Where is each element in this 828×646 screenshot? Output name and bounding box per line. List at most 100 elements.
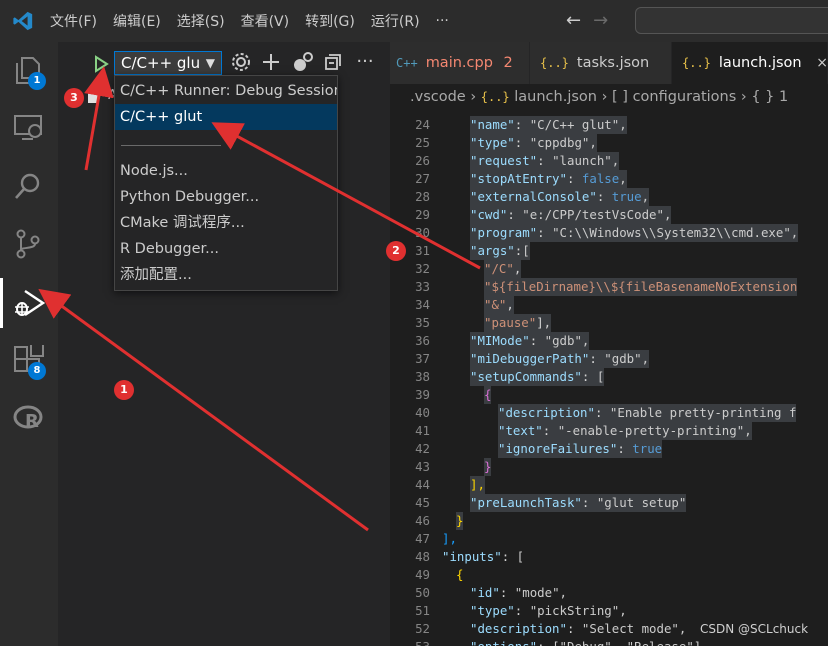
code-line: 29 "cwd": "e:/CPP/testVsCode", bbox=[390, 206, 828, 224]
code-text: ], bbox=[442, 531, 457, 546]
activity-explorer[interactable]: 1 bbox=[0, 42, 58, 100]
line-number: 30 bbox=[415, 225, 430, 240]
code-line: 40 "description": "Enable pretty-printing… bbox=[390, 404, 828, 422]
close-icon[interactable]: × bbox=[816, 55, 828, 71]
tab-label: launch.json bbox=[718, 55, 802, 71]
code-text: "description": "Enable pretty-printing f bbox=[498, 404, 797, 422]
menu-edit[interactable]: 编辑(E) bbox=[113, 11, 161, 31]
tab-launch-json[interactable]: {..} launch.json × bbox=[672, 42, 828, 84]
dropdown-separator bbox=[121, 145, 221, 146]
activity-r-extension[interactable]: R bbox=[0, 390, 58, 448]
line-number: 47 bbox=[415, 531, 430, 546]
line-number: 28 bbox=[415, 189, 430, 204]
code-text: "type": "cppdbg", bbox=[470, 134, 597, 152]
dropdown-item-cpp-glut[interactable]: C/C++ glut bbox=[115, 104, 337, 130]
annotation-number-3: 3 bbox=[64, 88, 84, 108]
run-debug-icon bbox=[15, 290, 45, 316]
section-checkbox[interactable] bbox=[88, 88, 98, 103]
code-editor[interactable]: 24 "name": "C/C++ glut", 25 "type": "cppdbg… bbox=[390, 116, 828, 646]
line-number: 26 bbox=[415, 153, 430, 168]
tab-label: tasks.json bbox=[576, 55, 650, 71]
breadcrumb-folder[interactable]: .vscode bbox=[410, 89, 466, 105]
extensions-badge: 8 bbox=[28, 362, 46, 380]
code-text: { bbox=[484, 386, 492, 404]
menu-selection[interactable]: 选择(S) bbox=[177, 11, 225, 31]
activity-run-debug[interactable] bbox=[0, 274, 58, 332]
activity-search[interactable] bbox=[0, 158, 58, 216]
line-number: 45 bbox=[415, 495, 430, 510]
r-language-icon: R bbox=[13, 405, 43, 432]
dropdown-item-cmake-debugger[interactable]: CMake 调试程序... bbox=[115, 210, 337, 236]
breadcrumb-item[interactable]: 1 bbox=[779, 89, 788, 105]
debug-console-icon[interactable] bbox=[292, 51, 314, 73]
debug-config-dropdown: C/C++ Runner: Debug Session C/C++ glut N… bbox=[114, 75, 338, 291]
breadcrumb-file[interactable]: launch.json bbox=[514, 89, 597, 105]
code-line: 44], bbox=[390, 476, 828, 494]
activity-extensions[interactable]: 8 bbox=[0, 332, 58, 390]
code-line: 51 "type": "pickString", bbox=[390, 602, 828, 620]
chevron-right-icon: › bbox=[601, 89, 613, 105]
more-actions-icon[interactable]: ··· bbox=[354, 51, 376, 73]
line-number: 44 bbox=[415, 477, 430, 492]
source-control-icon bbox=[16, 229, 40, 259]
menu-run[interactable]: 运行(R) bbox=[371, 11, 420, 31]
tab-tasks-json[interactable]: {..} tasks.json bbox=[530, 42, 672, 84]
start-debugging-icon[interactable] bbox=[90, 53, 112, 75]
line-number: 37 bbox=[415, 351, 430, 366]
tab-label: main.cpp bbox=[425, 55, 493, 71]
menu-go[interactable]: 转到(G) bbox=[305, 11, 355, 31]
line-number: 32 bbox=[415, 261, 430, 276]
line-number: 36 bbox=[415, 333, 430, 348]
debug-config-select[interactable]: C/C++ glu ▼ bbox=[114, 51, 222, 75]
menu-view[interactable]: 查看(V) bbox=[241, 11, 290, 31]
code-line: 48 "inputs": [ bbox=[390, 548, 828, 566]
watermark: CSDN @SCLchuck bbox=[700, 622, 809, 636]
line-number: 39 bbox=[415, 387, 430, 402]
line-number: 46 bbox=[415, 513, 430, 528]
code-text: "description": "Select mode", bbox=[470, 621, 687, 636]
svg-text:R: R bbox=[25, 411, 39, 432]
json-file-icon: {..} bbox=[540, 56, 569, 70]
code-text: "/C", bbox=[484, 260, 522, 278]
code-text: "pause"], bbox=[484, 314, 552, 332]
code-line: 27 "stopAtEntry": false, bbox=[390, 170, 828, 188]
line-number: 35 bbox=[415, 315, 430, 330]
dropdown-item-python-debugger[interactable]: Python Debugger... bbox=[115, 184, 337, 210]
code-line: 45 "preLaunchTask": "glut setup" bbox=[390, 494, 828, 512]
line-number: 24 bbox=[415, 117, 430, 132]
code-text: ], bbox=[470, 476, 485, 494]
menu-more[interactable]: ··· bbox=[436, 13, 449, 29]
code-line: 50 "id": "mode", bbox=[390, 584, 828, 602]
line-number: 52 bbox=[415, 621, 430, 636]
chevron-right-icon: › bbox=[740, 89, 752, 105]
remote-explorer-icon bbox=[14, 115, 42, 140]
code-line: 35 "pause"], bbox=[390, 314, 828, 332]
line-number: 34 bbox=[415, 297, 430, 312]
breadcrumb-configurations[interactable]: configurations bbox=[633, 89, 737, 105]
code-line: 30 "program": "C:\\Windows\\System32\\cmd… bbox=[390, 224, 828, 242]
activity-source-control[interactable] bbox=[0, 216, 58, 274]
dropdown-item-r-debugger[interactable]: R Debugger... bbox=[115, 236, 337, 262]
line-number: 48 bbox=[415, 549, 430, 564]
code-text: "&", bbox=[484, 296, 514, 314]
collapse-all-icon[interactable] bbox=[322, 51, 344, 73]
tab-main-cpp[interactable]: C++ main.cpp 2 bbox=[390, 42, 530, 84]
line-number: 33 bbox=[415, 279, 430, 294]
code-line: 37 "miDebuggerPath": "gdb", bbox=[390, 350, 828, 368]
variables-section: A bbox=[88, 88, 117, 103]
dropdown-item-add-config[interactable]: 添加配置... bbox=[115, 262, 337, 288]
chevron-down-icon: ▼ bbox=[205, 56, 215, 70]
code-line: 53 "options": ["Debug", "Release"] bbox=[390, 638, 828, 646]
back-arrow-icon[interactable]: ← bbox=[566, 10, 581, 31]
menu-file[interactable]: 文件(F) bbox=[50, 11, 97, 31]
dropdown-item-nodejs[interactable]: Node.js... bbox=[115, 158, 337, 184]
json-file-icon: {..} bbox=[480, 90, 510, 104]
code-text: } bbox=[484, 458, 492, 476]
add-config-icon[interactable] bbox=[260, 51, 282, 73]
code-text: } bbox=[456, 512, 464, 530]
activity-remote[interactable] bbox=[0, 100, 58, 158]
command-center-input[interactable] bbox=[635, 7, 828, 34]
dropdown-item-runner-debug-session[interactable]: C/C++ Runner: Debug Session bbox=[115, 78, 337, 104]
forward-arrow-icon[interactable]: → bbox=[593, 10, 608, 31]
gear-icon[interactable] bbox=[230, 51, 252, 73]
